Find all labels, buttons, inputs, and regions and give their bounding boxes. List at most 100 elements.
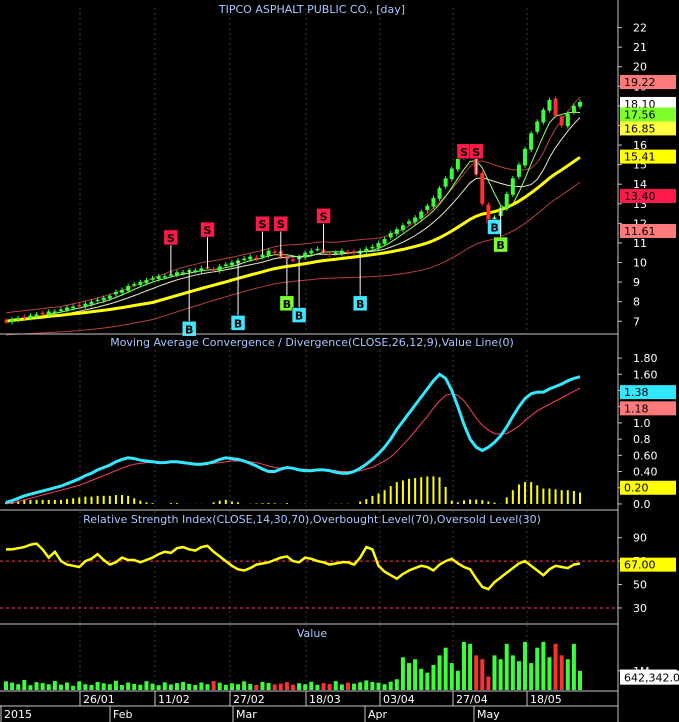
value-bar [425,672,430,690]
value-bar [71,685,76,690]
value-bar [126,682,131,690]
value-bar [46,684,51,690]
svg-text:1.38: 1.38 [624,386,649,399]
value-bar [461,641,466,690]
value-bar [223,684,228,690]
value-bar [174,683,179,690]
value-bar [187,683,192,690]
value-bar [10,682,15,690]
candle [547,97,552,113]
value-bar [156,685,161,690]
value-bar [431,665,436,690]
last-value-label: 1.38 [620,385,676,400]
svg-text:B: B [496,239,504,252]
value-bar [95,681,100,690]
sell-signal-badge: S [200,221,215,269]
last-value-label: 19.22 [620,75,676,90]
candle [10,316,15,325]
value-bar [22,680,27,690]
svg-text:S: S [258,218,266,231]
value-bar [547,657,552,690]
svg-text:B: B [490,221,498,234]
value-bar [254,685,259,690]
candle [370,244,375,250]
candle [345,249,350,256]
value-bar [498,659,503,690]
value-bar [400,657,405,690]
sell-signal-badge: S [456,143,472,160]
value-bar [535,647,540,690]
candle [242,256,247,262]
axis-tick-label: 9 [633,276,640,289]
candle [364,246,369,254]
value-panel: 1M700,000642,342.0 Value [4,625,679,690]
value-bar [443,647,448,690]
last-value-label: 642,342.0 [620,670,679,685]
sell-signal-badge: S [273,215,289,257]
value-bar [101,683,106,690]
value-bar [120,685,125,690]
stock-chart: SSSSSSSBBBBBBB 7891011121314151617181920… [0,0,679,722]
last-value-label: 0.20 [620,480,676,495]
svg-text:S: S [204,224,212,237]
value-bar [77,681,82,690]
candle [523,146,528,168]
axis-tick-label: 1.80 [633,352,658,365]
date-tick-label: 26/01 [83,693,115,706]
value-bar [107,684,112,690]
value-bar [144,681,149,690]
axis-tick-label: 90 [633,532,647,545]
value-bar [364,680,369,690]
value-bar [309,681,314,690]
axis-tick-label: 11 [633,237,647,250]
value-bar [260,681,265,690]
last-value-label: 1.18 [620,401,676,416]
svg-text:642,342.0: 642,342.0 [624,672,679,685]
value-bar [52,680,57,690]
rsi-panel: 9070503067.00 Relative Strength Index(CL… [0,511,676,623]
month-label: Feb [113,708,132,721]
date-tick-label: 18/05 [530,693,562,706]
candle [16,315,21,323]
svg-text:13.40: 13.40 [624,190,656,203]
rsi-title: Relative Strength Index(CLOSE,14,30,70),… [83,513,541,526]
candle [150,275,155,281]
value-bar [339,684,344,690]
value-bar [578,670,582,690]
value-bar [523,641,528,690]
sell-signal-badge: S [316,208,331,253]
axis-tick-label: 0.60 [633,449,658,462]
axis-tick-label: 0.40 [633,466,658,479]
value-bar [437,655,442,690]
price-title: TIPCO ASPHALT PUBLIC CO., [day] [218,3,405,16]
value-bar [315,684,320,690]
candle [217,264,222,274]
buy-signal-badge: B [181,270,197,337]
axis-tick-label: 10 [633,257,647,270]
value-bar [162,682,167,690]
candle [77,302,82,308]
value-bar [327,684,332,690]
value-bar [40,683,45,690]
macd-title: Moving Average Convergence / Divergence(… [110,336,514,349]
candle [535,119,540,135]
ma-line-green [5,111,581,322]
axis-tick-label: 50 [633,579,647,592]
value-bar [370,681,375,690]
last-value-label: 11.61 [620,223,676,238]
value-bar [345,682,350,690]
candle [480,170,485,207]
value-bar [565,659,570,690]
value-bar [333,681,338,690]
date-tick-label: 11/02 [158,693,190,706]
svg-text:S: S [320,210,328,223]
price-panel: SSSSSSSBBBBBBB 7891011121314151617181920… [4,3,676,337]
axis-tick-label: 0.0 [633,498,651,511]
value-bar [236,684,241,690]
candle [223,262,228,268]
value-bar [4,681,8,690]
value-bar [419,668,424,690]
candle [425,203,430,213]
value-bar [168,684,173,690]
buy-signal-badge: B [487,217,502,235]
